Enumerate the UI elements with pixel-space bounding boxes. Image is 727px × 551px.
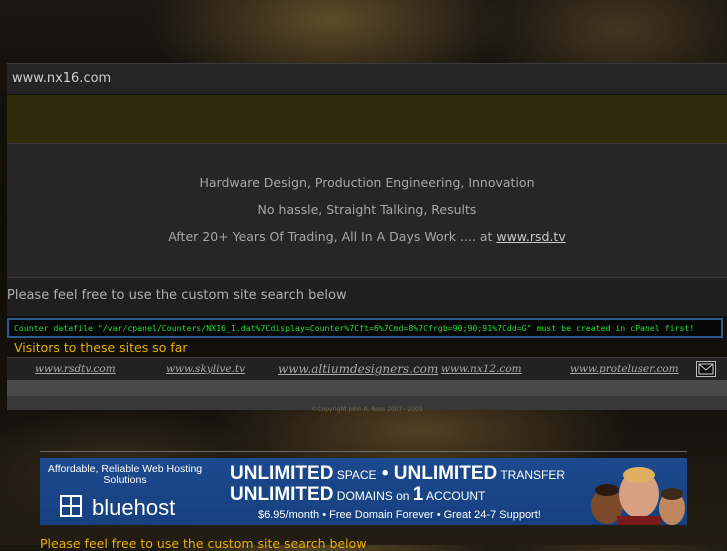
bluehost-brand-block: Affordable, Reliable Web Hosting Solutio… [40, 458, 220, 525]
ad-tagline: Affordable, Reliable Web Hosting Solutio… [47, 463, 203, 486]
ad-unlimited-1: UNLIMITED [230, 463, 334, 484]
email-button[interactable] [696, 361, 716, 377]
ad-unlimited-3: UNLIMITED [230, 484, 334, 505]
title-bar: www.nx16.com [7, 63, 727, 94]
info-panel: Hardware Design, Production Engineering,… [7, 143, 727, 277]
ad-account: ACCOUNT [423, 489, 486, 503]
copyright-text: ©Copyright John A. Ross 2007~2009 [311, 406, 423, 413]
site-title: www.nx16.com [12, 71, 112, 86]
ad-one: 1 [412, 484, 424, 505]
site-link-nx12[interactable]: www.nx12.com [441, 363, 522, 375]
site-link-skylive[interactable]: www.skylive.tv [166, 363, 245, 375]
search-prompt: Please feel free to use the custom site … [7, 288, 347, 303]
bluehost-wordmark: bluehost [92, 495, 176, 520]
trading-text: After 20+ Years Of Trading, All In A Day… [168, 229, 497, 244]
rsd-link[interactable]: www.rsd.tv [496, 229, 565, 244]
ad-headline-1: UNLIMITED SPACE • UNLIMITED TRANSFER [230, 463, 565, 485]
ad-offer-line: $6.95/month • Free Domain Forever • Grea… [258, 509, 541, 521]
ad-space: SPACE [333, 468, 377, 482]
site-link-proteluser[interactable]: www.proteluser.com [570, 363, 679, 375]
site-link-rsdtv[interactable]: www.rsdtv.com [35, 363, 116, 375]
ad-headline-2: UNLIMITED DOMAINS on 1 ACCOUNT [230, 484, 485, 506]
bluehost-ad-banner[interactable]: Affordable, Reliable Web Hosting Solutio… [40, 458, 687, 525]
footer-bar: ©Copyright John A. Ross 2007~2009 [7, 396, 727, 413]
ad-unlimited-2: UNLIMITED [393, 463, 498, 484]
info-line-trading: After 20+ Years Of Trading, All In A Day… [7, 229, 727, 244]
site-link-altiumdesigners[interactable]: www.altiumdesigners.com [278, 362, 438, 376]
envelope-icon [698, 363, 714, 375]
counter-error-box: Counter datafile "/var/cpanel/Counters/N… [7, 318, 723, 338]
divider-bar [7, 380, 727, 396]
bluehost-logo-icon [60, 495, 82, 517]
header-band [7, 94, 727, 144]
horizontal-rule [40, 451, 687, 452]
info-line-services: Hardware Design, Production Engineering,… [199, 175, 535, 190]
counter-error-text: Counter datafile "/var/cpanel/Counters/N… [14, 323, 695, 333]
ad-bullet: • [376, 463, 394, 484]
ad-on: on [392, 489, 413, 503]
info-line-slogan: No hassle, Straight Talking, Results [257, 202, 477, 217]
ad-domains: DOMAINS [333, 489, 393, 503]
site-links-row: www.rsdtv.com www.skylive.tv www.altiumd… [7, 357, 727, 380]
visitors-heading: Visitors to these sites so far [14, 340, 188, 355]
ad-transfer: TRANSFER [497, 468, 566, 482]
ad-people-image [591, 467, 685, 525]
search-prompt-repeat: Please feel free to use the custom site … [40, 536, 367, 551]
search-row: Please feel free to use the custom site … [7, 277, 727, 316]
